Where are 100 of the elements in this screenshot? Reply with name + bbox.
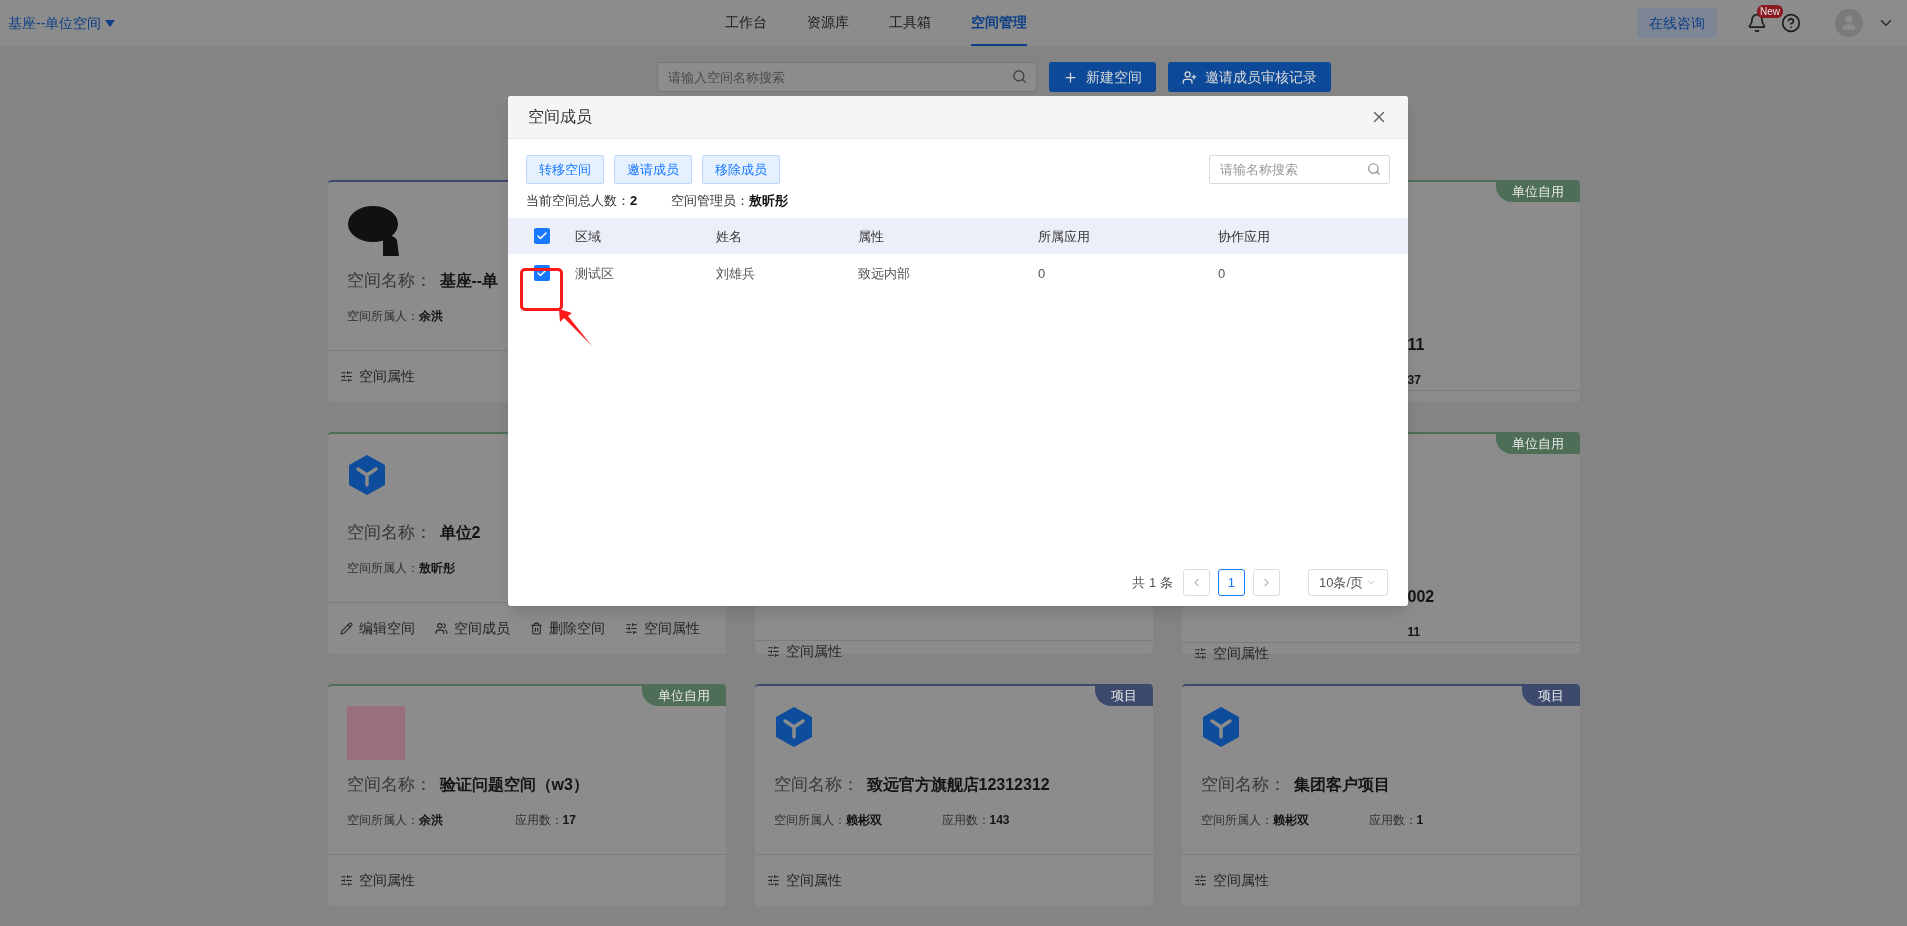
space-type-tag: 项目 bbox=[1521, 686, 1580, 706]
space-type-tag: 项目 bbox=[1094, 686, 1153, 706]
help-icon[interactable] bbox=[1781, 13, 1801, 33]
dialog-action-button[interactable]: 邀请成员 bbox=[614, 155, 692, 184]
apps-label: 应用数： bbox=[514, 812, 563, 829]
sliders-icon bbox=[1193, 874, 1207, 887]
space-type-tag: 单位自用 bbox=[641, 686, 726, 706]
dialog-action-button[interactable]: 转移空间 bbox=[526, 155, 604, 184]
trash-icon bbox=[529, 622, 543, 635]
apps-count: 143 bbox=[989, 812, 1010, 829]
apps-label: 应用数： bbox=[941, 812, 990, 829]
space-type-tag: 单位自用 bbox=[1495, 182, 1580, 202]
owner-name: 余洪 bbox=[418, 812, 443, 829]
total-count: 2 bbox=[630, 192, 638, 211]
name-label: 空间名称： bbox=[346, 522, 432, 545]
card-action-link[interactable]: 删除空间 bbox=[529, 618, 605, 639]
nav-tab[interactable]: 资源库 bbox=[807, 0, 850, 46]
member-search-field[interactable]: 请输名称搜索 bbox=[1209, 155, 1390, 184]
users-icon bbox=[434, 622, 448, 635]
total-items-text: 共 1 条 bbox=[1132, 573, 1173, 592]
caret-down-icon bbox=[105, 19, 116, 27]
owner-label: 空间所属人： bbox=[346, 560, 419, 577]
space-switcher[interactable]: 基座--单位空间 bbox=[8, 12, 116, 34]
dialog-title: 空间成员 bbox=[528, 107, 592, 127]
card-action-link[interactable]: 空间属性 bbox=[339, 366, 415, 387]
cube-logo-icon bbox=[773, 706, 814, 748]
plus-icon bbox=[1062, 69, 1078, 85]
apps-label: 应用数： bbox=[1368, 812, 1417, 829]
column-header: 协作应用 bbox=[1218, 228, 1270, 246]
search-icon bbox=[1011, 69, 1027, 84]
table-cell-text: 测试区 bbox=[575, 265, 614, 283]
column-header: 属性 bbox=[858, 228, 884, 246]
highlight-annotation-box bbox=[520, 268, 563, 311]
owner-name: 赖彬双 bbox=[1272, 812, 1309, 829]
sliders-icon bbox=[766, 874, 780, 887]
pencil-icon bbox=[339, 622, 353, 635]
checkbox[interactable] bbox=[534, 228, 550, 244]
checkmark-icon bbox=[536, 230, 548, 242]
owner-label: 空间所属人： bbox=[1200, 812, 1273, 829]
owner-label: 空间所属人： bbox=[346, 812, 419, 829]
card-action-link[interactable]: 空间属性 bbox=[1193, 870, 1269, 891]
new-badge: New bbox=[1757, 5, 1783, 18]
toolbar-button[interactable]: 邀请成员审核记录 bbox=[1167, 62, 1331, 92]
space-type-tag: 单位自用 bbox=[1495, 434, 1580, 454]
apps-count: 11 bbox=[1407, 624, 1421, 641]
admin-name: 敖昕彤 bbox=[749, 192, 789, 211]
card-action-link[interactable]: 空间属性 bbox=[624, 618, 700, 639]
name-label: 空间名称： bbox=[346, 774, 432, 797]
sliders-icon bbox=[766, 645, 780, 658]
dialog-action-button[interactable]: 移除成员 bbox=[702, 155, 780, 184]
apps-count: 17 bbox=[562, 812, 576, 829]
table-cell-text: 0 bbox=[1218, 265, 1226, 283]
name-label: 空间名称： bbox=[1200, 774, 1286, 797]
sliders-icon bbox=[624, 622, 638, 635]
sliders-icon bbox=[339, 874, 353, 887]
space-name: 002 bbox=[1407, 587, 1435, 607]
sliders-icon bbox=[339, 370, 353, 383]
sliders-icon bbox=[1193, 647, 1207, 660]
card-action-link[interactable]: 空间属性 bbox=[766, 870, 842, 891]
total-label: 当前空间总人数： bbox=[526, 192, 630, 211]
card-action-link[interactable]: 空间属性 bbox=[339, 870, 415, 891]
owner-name: 敖昕彤 bbox=[418, 560, 455, 577]
card-action-link[interactable]: 空间属性 bbox=[766, 641, 842, 662]
admin-label: 空间管理员： bbox=[671, 192, 750, 211]
page-size-select[interactable]: 10条/页 bbox=[1307, 569, 1388, 596]
column-header: 姓名 bbox=[716, 228, 742, 246]
nav-tab[interactable]: 工作台 bbox=[725, 0, 768, 46]
name-label: 空间名称： bbox=[773, 774, 859, 797]
toolbar-button[interactable]: 新建空间 bbox=[1048, 62, 1156, 92]
space-search-field[interactable]: 请输入空间名称搜索 bbox=[656, 62, 1037, 92]
nav-tab[interactable]: 工具箱 bbox=[889, 0, 932, 46]
apps-count: 1 bbox=[1416, 812, 1424, 829]
name-label: 空间名称： bbox=[346, 270, 432, 293]
search-icon bbox=[1367, 162, 1381, 176]
card-action-link[interactable]: 空间属性 bbox=[1193, 643, 1269, 664]
user-plus-icon bbox=[1181, 69, 1197, 85]
page-button[interactable]: 1 bbox=[1217, 569, 1245, 596]
cube-logo-icon bbox=[1200, 706, 1241, 748]
owner-label: 空间所属人： bbox=[346, 308, 419, 325]
column-header: 所属应用 bbox=[1038, 228, 1090, 246]
table-cell-text: 致远内部 bbox=[858, 265, 910, 283]
owner-name: 余洪 bbox=[418, 308, 443, 325]
table-cell-text: 0 bbox=[1038, 265, 1046, 283]
space-name: 基座--单 bbox=[439, 271, 499, 291]
space-name: 11 bbox=[1407, 335, 1425, 355]
apps-count: 37 bbox=[1407, 372, 1421, 389]
nav-tab[interactable]: 空间管理 bbox=[971, 0, 1028, 46]
card-action-link[interactable]: 空间成员 bbox=[434, 618, 510, 639]
table-cell-text: 刘雄兵 bbox=[716, 265, 755, 283]
space-name: 集团客户项目 bbox=[1293, 775, 1390, 795]
column-header: 区域 bbox=[575, 228, 601, 246]
space-name: 致远官方旗舰店12312312 bbox=[866, 775, 1050, 795]
space-name: 验证问题空间（w3） bbox=[439, 775, 589, 795]
card-action-link[interactable]: 编辑空间 bbox=[339, 618, 415, 639]
owner-label: 空间所属人： bbox=[773, 812, 846, 829]
bell-icon[interactable] bbox=[1747, 13, 1767, 33]
space-name: 单位2 bbox=[439, 523, 481, 543]
consult-button[interactable]: 在线咨询 bbox=[1637, 8, 1717, 38]
photo-placeholder bbox=[346, 706, 405, 760]
cube-logo-icon bbox=[346, 454, 387, 496]
